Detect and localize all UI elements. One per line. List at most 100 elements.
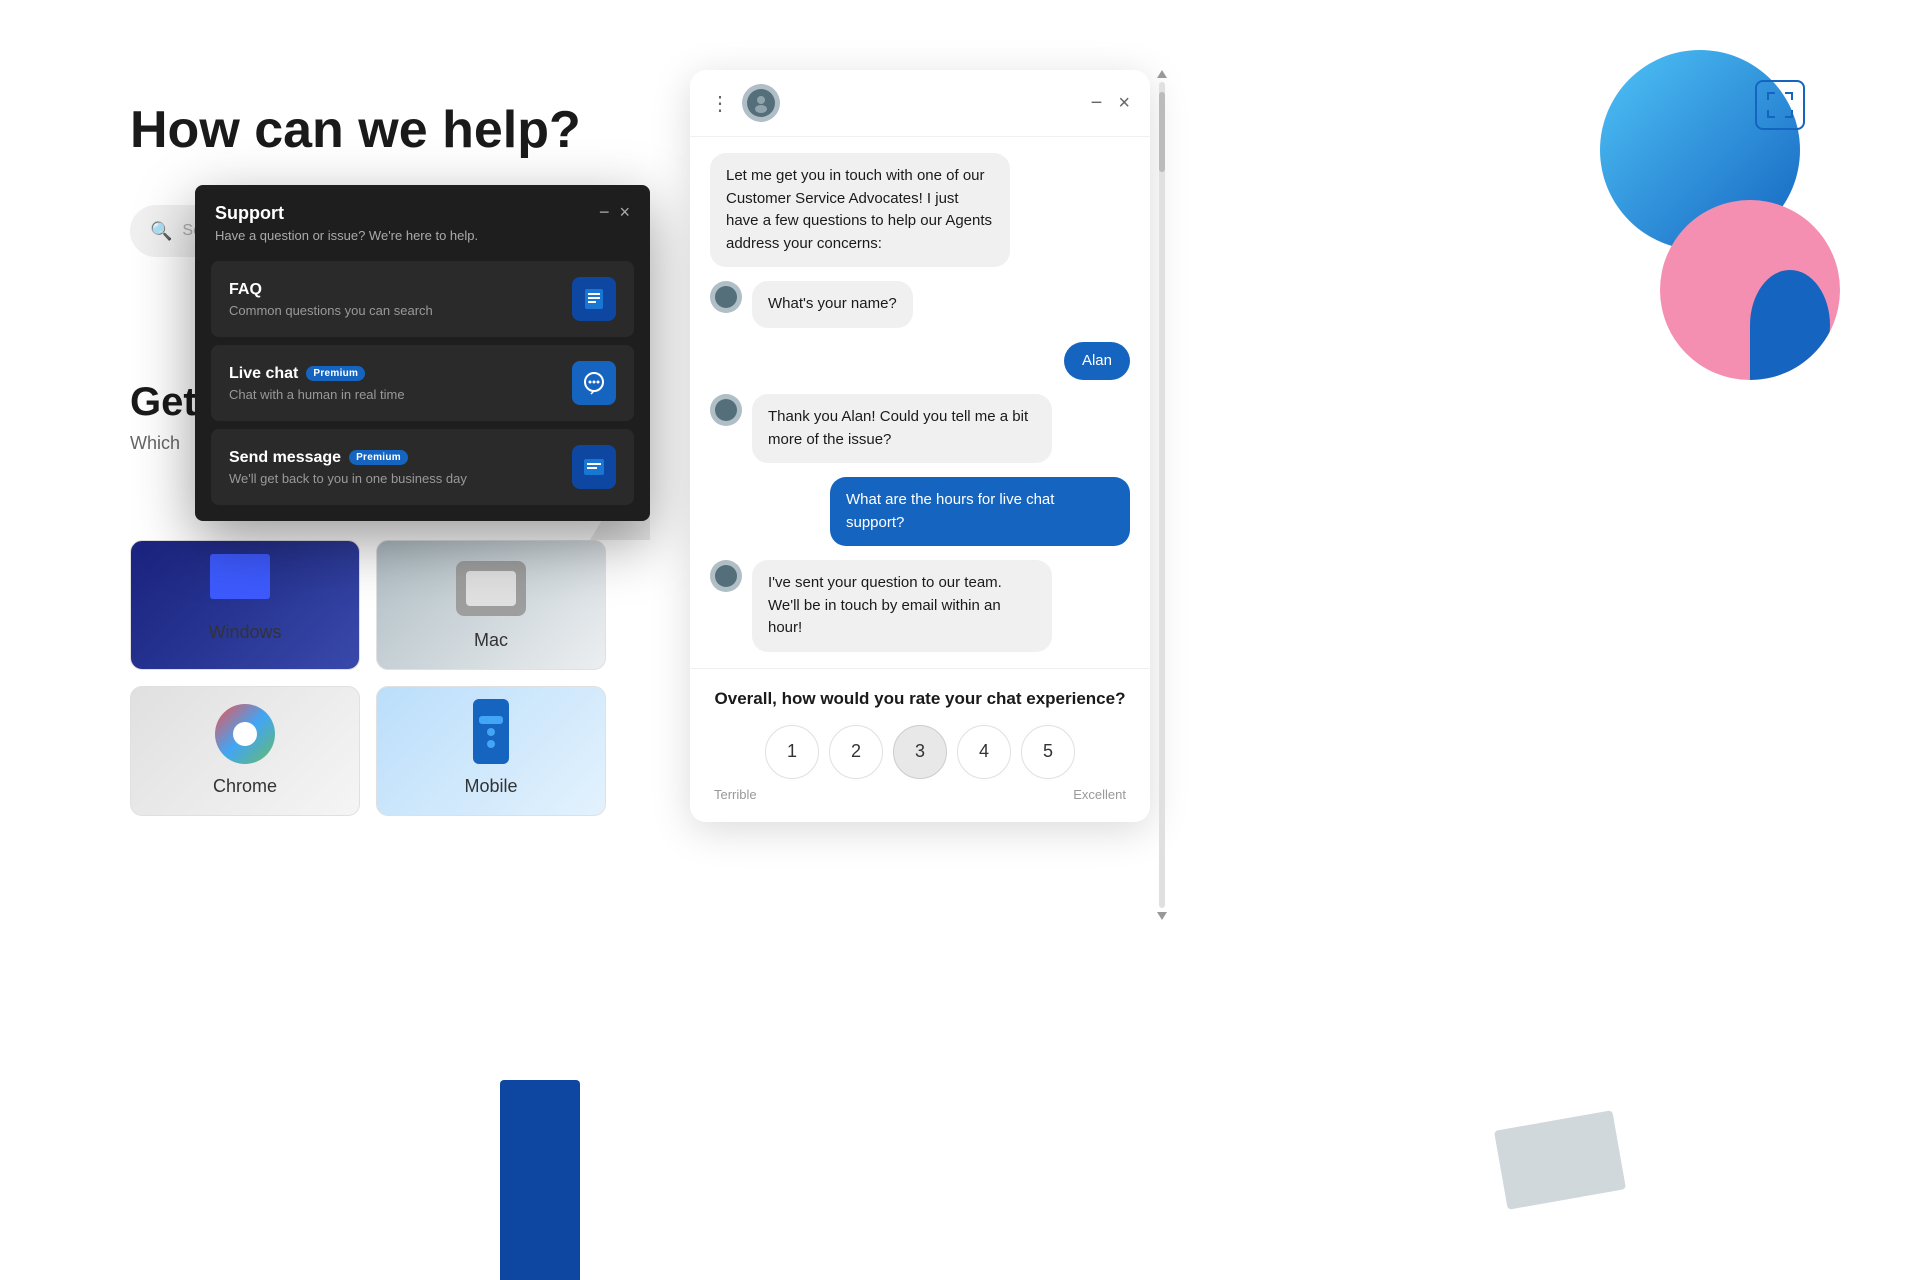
support-panel-header: Support Have a question or issue? We're … bbox=[195, 185, 650, 253]
platform-card-windows[interactable]: Windows bbox=[130, 540, 360, 670]
platform-row-bottom: Chrome Mobile bbox=[130, 686, 606, 816]
agent-avatar-svg bbox=[751, 93, 771, 113]
chat-minimize-btn[interactable]: − bbox=[1091, 93, 1103, 113]
sendmsg-svg bbox=[581, 454, 607, 480]
search-icon: 🔍 bbox=[150, 221, 172, 242]
msg-agent-avatar-2-inner bbox=[715, 286, 737, 308]
message-4-bubble: Thank you Alan! Could you tell me a bit … bbox=[752, 394, 1052, 463]
scroll-thumb[interactable] bbox=[1159, 92, 1165, 172]
rating-btn-4[interactable]: 4 bbox=[957, 725, 1011, 779]
msg-agent-avatar-6 bbox=[710, 560, 742, 592]
message-5-bubble: What are the hours for live chat support… bbox=[830, 477, 1130, 546]
chat-header-controls: − × bbox=[1091, 93, 1130, 113]
windows-illustration bbox=[205, 549, 285, 609]
win-box bbox=[210, 554, 270, 599]
sendmsg-premium-badge: Premium bbox=[349, 450, 408, 465]
platform-cards: Windows Mac Chrome bbox=[130, 540, 606, 816]
panel-minimize-btn[interactable]: − bbox=[599, 203, 610, 221]
panel-close-btn[interactable]: × bbox=[619, 203, 630, 221]
mobile-btn2 bbox=[487, 728, 495, 736]
chat-menu-icon[interactable]: ⋮ bbox=[710, 91, 730, 116]
support-item-livechat[interactable]: Live chat Premium Chat with a human in r… bbox=[211, 345, 634, 421]
livechat-svg bbox=[581, 370, 607, 396]
support-panel-subtitle: Have a question or issue? We're here to … bbox=[215, 228, 478, 243]
message-3-bubble: Alan bbox=[1064, 342, 1130, 381]
chat-window: ⋮ − × Let me get you in touch with one o… bbox=[690, 70, 1150, 822]
support-item-sendmsg[interactable]: Send message Premium We'll get back to y… bbox=[211, 429, 634, 505]
scroll-track bbox=[1159, 82, 1165, 908]
message-2: What's your name? bbox=[710, 281, 1130, 328]
platform-label-mobile: Mobile bbox=[464, 776, 517, 797]
deco-shape-bottom-right bbox=[1494, 1110, 1626, 1210]
support-item-faq-desc: Common questions you can search bbox=[229, 303, 433, 318]
message-1: Let me get you in touch with one of our … bbox=[710, 153, 1130, 267]
support-item-faq[interactable]: FAQ Common questions you can search bbox=[211, 261, 634, 337]
deco-rect-blue bbox=[500, 1080, 580, 1280]
msg-agent-avatar-4-inner bbox=[715, 399, 737, 421]
faq-icon bbox=[572, 277, 616, 321]
livechat-icon bbox=[572, 361, 616, 405]
panel-controls: − × bbox=[599, 203, 630, 221]
support-item-sendmsg-content: Send message Premium We'll get back to y… bbox=[229, 449, 467, 486]
support-item-livechat-desc: Chat with a human in real time bbox=[229, 387, 405, 402]
rating-section: Overall, how would you rate your chat ex… bbox=[690, 668, 1150, 822]
platform-card-chrome[interactable]: Chrome bbox=[130, 686, 360, 816]
support-item-faq-title: FAQ bbox=[229, 281, 433, 299]
chrome-illustration bbox=[215, 704, 275, 764]
rating-btn-2[interactable]: 2 bbox=[829, 725, 883, 779]
msg-agent-avatar-4 bbox=[710, 394, 742, 426]
message-3: Alan bbox=[710, 342, 1130, 381]
message-5: What are the hours for live chat support… bbox=[710, 477, 1130, 546]
rating-labels: Terrible Excellent bbox=[710, 787, 1130, 802]
support-item-livechat-title: Live chat Premium bbox=[229, 365, 405, 383]
faq-svg bbox=[581, 286, 607, 312]
platform-row-top: Windows Mac bbox=[130, 540, 606, 670]
page-title: How can we help? bbox=[130, 100, 581, 160]
livechat-premium-badge: Premium bbox=[306, 366, 365, 381]
rating-label-low: Terrible bbox=[714, 787, 757, 802]
platform-label-chrome: Chrome bbox=[213, 776, 277, 797]
mobile-btn3 bbox=[487, 740, 495, 748]
support-item-livechat-content: Live chat Premium Chat with a human in r… bbox=[229, 365, 405, 402]
msg-agent-avatar-6-inner bbox=[715, 565, 737, 587]
rating-title: Overall, how would you rate your chat ex… bbox=[710, 689, 1130, 709]
chat-close-btn[interactable]: × bbox=[1118, 93, 1130, 113]
scroll-up-arrow[interactable] bbox=[1157, 70, 1167, 78]
rating-btn-3[interactable]: 3 bbox=[893, 725, 947, 779]
support-panel: Support Have a question or issue? We're … bbox=[195, 185, 650, 521]
mac-illustration bbox=[456, 561, 526, 616]
chat-messages[interactable]: Let me get you in touch with one of our … bbox=[690, 137, 1150, 668]
sendmsg-icon bbox=[572, 445, 616, 489]
mac-screen bbox=[466, 571, 516, 606]
deco-scan-icon bbox=[1755, 80, 1805, 130]
support-item-sendmsg-desc: We'll get back to you in one business da… bbox=[229, 471, 467, 486]
mobile-btn1 bbox=[479, 716, 503, 724]
chat-header-left: ⋮ bbox=[710, 84, 780, 122]
scroll-down-arrow[interactable] bbox=[1157, 912, 1167, 920]
chat-scrollbar[interactable] bbox=[1155, 70, 1169, 920]
support-item-sendmsg-title: Send message Premium bbox=[229, 449, 467, 467]
message-4: Thank you Alan! Could you tell me a bit … bbox=[710, 394, 1130, 463]
chat-header: ⋮ − × bbox=[690, 70, 1150, 137]
support-panel-title: Support bbox=[215, 203, 478, 224]
mobile-illustration bbox=[473, 699, 509, 764]
win-stand bbox=[230, 603, 250, 609]
platform-label-windows: Windows bbox=[208, 622, 281, 643]
rating-btn-5[interactable]: 5 bbox=[1021, 725, 1075, 779]
msg-agent-avatar-2 bbox=[710, 281, 742, 313]
support-item-faq-content: FAQ Common questions you can search bbox=[229, 281, 433, 318]
support-panel-body: FAQ Common questions you can search Live… bbox=[195, 253, 650, 521]
chat-agent-avatar bbox=[742, 84, 780, 122]
rating-btn-1[interactable]: 1 bbox=[765, 725, 819, 779]
message-1-bubble: Let me get you in touch with one of our … bbox=[710, 153, 1010, 267]
deco-bird bbox=[1750, 270, 1830, 380]
platform-card-mac[interactable]: Mac bbox=[376, 540, 606, 670]
rating-label-high: Excellent bbox=[1073, 787, 1126, 802]
chrome-center bbox=[233, 722, 257, 746]
rating-stars: 1 2 3 4 5 bbox=[710, 725, 1130, 779]
platform-card-mobile[interactable]: Mobile bbox=[376, 686, 606, 816]
message-6-bubble: I've sent your question to our team. We'… bbox=[752, 560, 1052, 652]
support-panel-title-group: Support Have a question or issue? We're … bbox=[215, 203, 478, 243]
platform-label-mac: Mac bbox=[474, 630, 508, 651]
message-6: I've sent your question to our team. We'… bbox=[710, 560, 1130, 652]
